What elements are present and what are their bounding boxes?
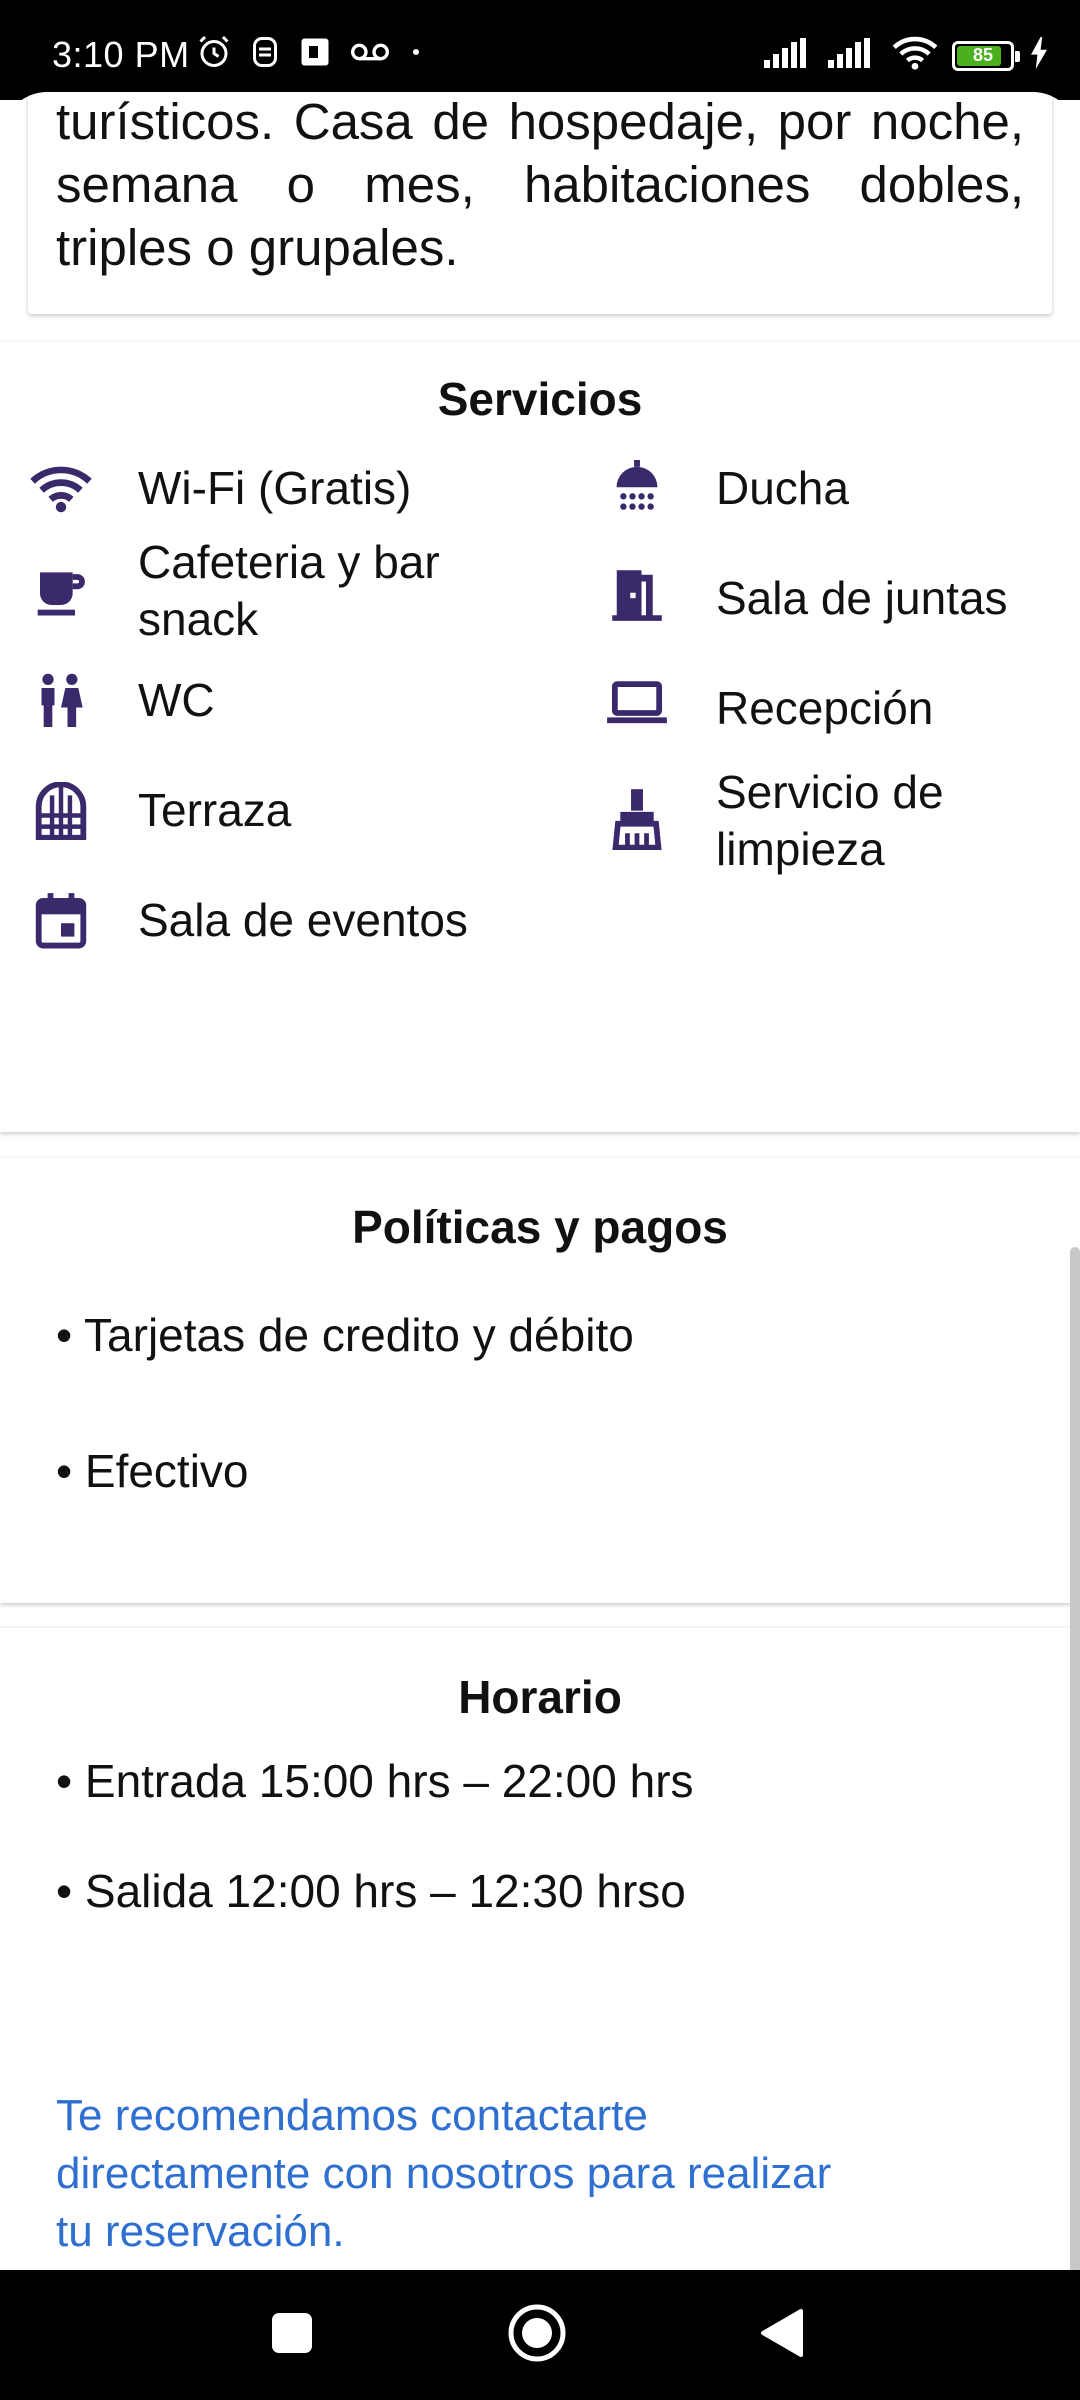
service-item-wifi: [30, 458, 92, 520]
service-item-shower: [606, 454, 668, 516]
navigation-bar: [0, 2270, 1080, 2400]
service-item-terrace: [30, 780, 92, 842]
service-label-terrace: Terraza: [138, 784, 292, 836]
policies-title: Políticas y pagos: [352, 1201, 728, 1253]
service-item-coffee: [30, 560, 92, 622]
contact-link[interactable]: Te recomendamos contactarte directamente…: [56, 2087, 856, 2261]
charging-icon: [1028, 37, 1050, 74]
laptop-icon: [606, 672, 668, 734]
policies-card: Políticas y pagos • Tarjetas de credito …: [0, 1158, 1080, 1603]
service-item-events: [30, 890, 92, 952]
service-label-cleaning: Servicio de limpieza: [716, 766, 944, 875]
service-item-reception: [606, 672, 668, 734]
wifi-icon: [892, 36, 938, 75]
wifi-icon: [30, 458, 92, 520]
cleaning-icon: [606, 788, 668, 850]
calendar-icon: [30, 890, 92, 952]
dot-icon: [408, 44, 424, 65]
status-icons-left: [196, 34, 424, 75]
sim-icon: [298, 34, 332, 75]
policy-item-cards: • Tarjetas de credito y débito: [56, 1309, 634, 1361]
alarm-icon: [196, 34, 232, 75]
battery-text: 85: [972, 45, 994, 65]
status-icons-right: 85: [764, 36, 1050, 75]
policy-item-cash: • Efectivo: [56, 1445, 249, 1497]
square-icon: [270, 2311, 314, 2360]
status-bar: 3:10 PM 85: [0, 0, 1080, 100]
notification-icon: [250, 34, 280, 75]
schedule-item-checkout: • Salida 12:00 hrs – 12:30 hrso: [56, 1865, 686, 1917]
terrace-icon: [30, 780, 92, 842]
circle-icon: [507, 2303, 567, 2368]
signal-icon: [764, 38, 814, 73]
status-time: 3:10 PM: [52, 34, 190, 75]
signal-icon-2: [828, 38, 878, 73]
service-item-wc: [30, 670, 92, 732]
home-button[interactable]: [502, 2300, 572, 2370]
service-item-cleaning: [606, 788, 668, 850]
service-item-meeting: [606, 564, 668, 626]
schedule-title: Horario: [458, 1671, 622, 1723]
coffee-icon: [30, 560, 92, 622]
shower-icon: [606, 454, 668, 516]
description-text: turísticos. Casa de hospedaje, por noche…: [56, 93, 1024, 276]
service-label-reception: Recepción: [716, 682, 934, 734]
main-content[interactable]: turísticos. Casa de hospedaje, por noche…: [0, 92, 1080, 2270]
back-button[interactable]: [746, 2300, 816, 2370]
description-card: turísticos. Casa de hospedaje, por noche…: [28, 92, 1052, 314]
service-label-shower: Ducha: [716, 462, 849, 514]
services-card: Servicios Wi-Fi (Gratis) Cafeteria y bar…: [0, 342, 1080, 1132]
service-label-meeting: Sala de juntas: [716, 572, 1008, 624]
scrollbar[interactable]: [1070, 1247, 1080, 2270]
service-label-wc: WC: [138, 674, 215, 726]
triangle-back-icon: [759, 2308, 803, 2363]
meeting-room-icon: [606, 564, 668, 626]
service-label-wifi: Wi-Fi (Gratis): [138, 462, 412, 514]
services-title: Servicios: [437, 373, 643, 425]
schedule-item-checkin: • Entrada 15:00 hrs – 22:00 hrs: [56, 1755, 694, 1807]
battery-icon: 85: [952, 40, 1020, 71]
restroom-icon: [30, 670, 92, 732]
service-label-events: Sala de eventos: [138, 894, 468, 946]
recents-button[interactable]: [257, 2300, 327, 2370]
voicemail-icon: [350, 40, 390, 69]
service-label-coffee: Cafeteria y bar snack: [138, 536, 440, 645]
